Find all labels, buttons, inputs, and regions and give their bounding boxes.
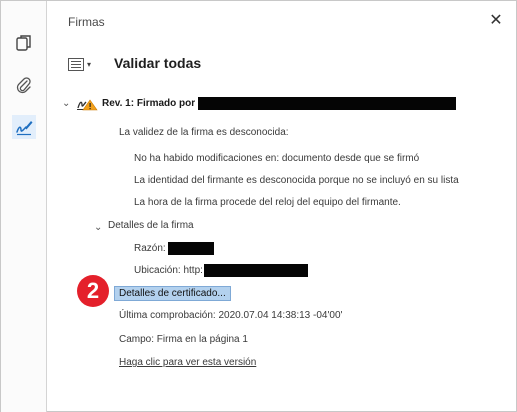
certificate-details-button[interactable]: Detalles de certificado... (114, 286, 231, 301)
paperclip-icon[interactable] (12, 73, 36, 97)
redacted-signer-name (198, 96, 457, 110)
chevron-expanded-icon[interactable]: ⌄ (62, 98, 74, 109)
identity-text: La identidad del firmante es desconocida… (134, 175, 459, 186)
signature-pen-icon[interactable] (12, 115, 36, 139)
signature-row[interactable]: ⌄ Rev. 1: Firmado por (62, 94, 457, 112)
no-changes-text: No ha habido modificaciones en: document… (134, 153, 420, 164)
signature-details-header[interactable]: Detalles de la firma (108, 220, 194, 231)
left-toolbar (1, 1, 47, 412)
validate-all-button[interactable]: Validar todas (114, 55, 201, 71)
location-row: Ubicación: http: (134, 264, 308, 277)
time-source-text: La hora de la firma procede del reloj de… (134, 197, 401, 208)
redacted-location (203, 264, 308, 277)
last-check-text: Última comprobación: 2020.07.04 14:38:13… (119, 310, 343, 321)
reason-row: Razón: (134, 242, 214, 255)
list-options-icon (68, 57, 84, 71)
chevron-expanded-icon[interactable]: ⌄ (94, 222, 102, 233)
copy-pages-icon[interactable] (12, 31, 36, 55)
validity-status: La validez de la firma es desconocida: (119, 127, 289, 138)
signature-header: Rev. 1: Firmado por (102, 97, 196, 109)
signatures-panel: Firmas ✕ ▾ Validar todas ⌄ Rev. 1: Firma… (48, 1, 517, 412)
signatures-window: Firmas ✕ ▾ Validar todas ⌄ Rev. 1: Firma… (0, 0, 517, 412)
options-menu-button[interactable]: ▾ (68, 56, 94, 72)
location-label: Ubicación: http: (134, 265, 203, 276)
redacted-reason (167, 242, 214, 255)
step-number-badge: 2 (77, 275, 109, 307)
signature-warning-icon (76, 95, 98, 111)
panel-title: Firmas (68, 15, 105, 29)
close-button[interactable]: ✕ (488, 13, 504, 29)
view-version-link[interactable]: Haga clic para ver esta versión (119, 357, 256, 368)
reason-label: Razón: (134, 243, 166, 254)
chevron-down-icon: ▾ (87, 59, 92, 69)
field-text: Campo: Firma en la página 1 (119, 334, 248, 345)
